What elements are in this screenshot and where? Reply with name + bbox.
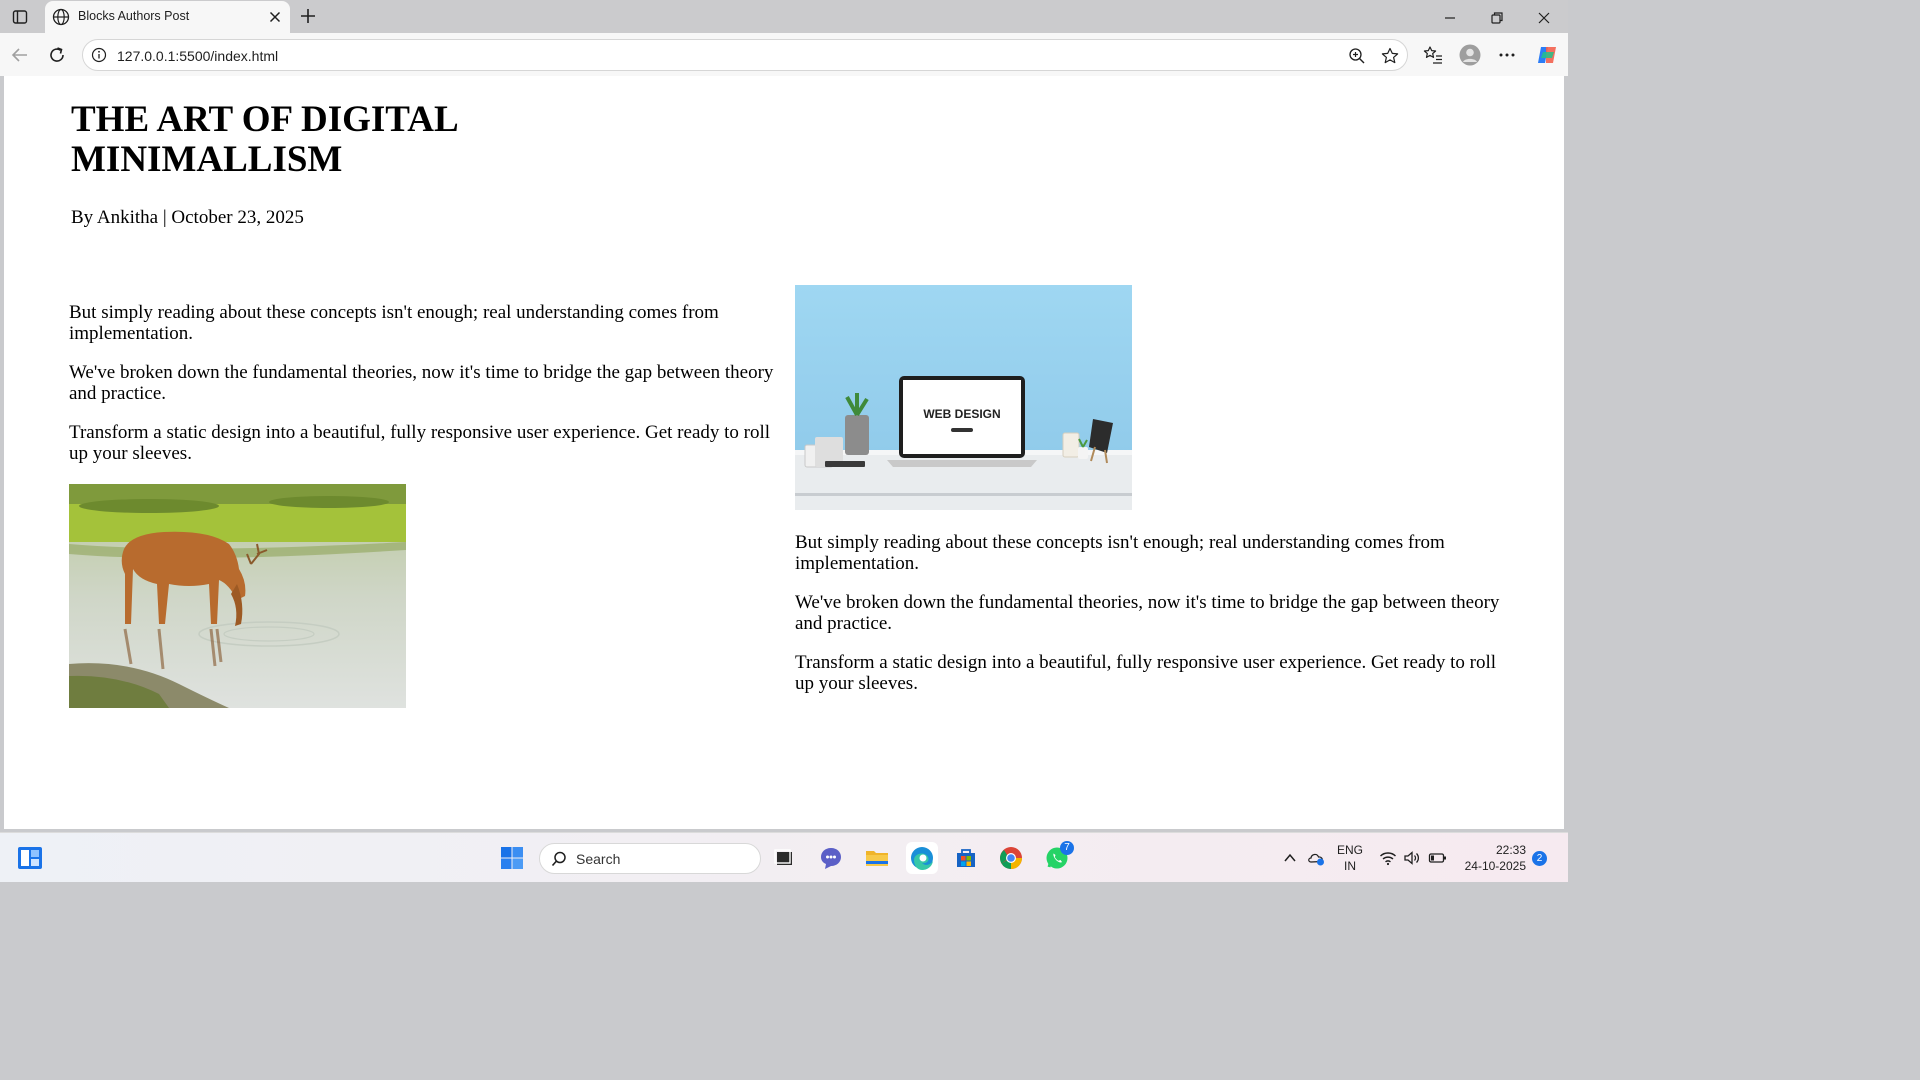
close-window-icon[interactable] — [1534, 8, 1554, 28]
tab-title: Blocks Authors Post — [78, 9, 190, 23]
whatsapp-badge: 7 — [1060, 841, 1074, 855]
taskbar: Search 7 ENG IN 22:33 24-10-2025 2 — [0, 832, 1568, 882]
copilot-icon[interactable] — [1535, 43, 1559, 67]
chevron-up-icon[interactable] — [1283, 852, 1297, 864]
site-info-icon[interactable] — [91, 47, 107, 63]
restore-icon[interactable] — [1487, 8, 1507, 28]
search-icon — [551, 851, 566, 867]
right-paragraph-2: We've broken down the fundamental theori… — [795, 592, 1500, 634]
address-bar[interactable]: 127.0.0.1:5500/index.html — [82, 39, 1408, 71]
edge-browser-icon[interactable] — [906, 842, 938, 874]
clock-date[interactable]: 24-10-2025 — [1460, 859, 1526, 874]
file-explorer-icon[interactable] — [861, 842, 893, 874]
back-icon[interactable] — [9, 44, 31, 66]
page-viewport: THE ART OF DIGITAL MINIMALLISM By Ankith… — [4, 76, 1564, 829]
left-column: But simply reading about these concepts … — [69, 302, 774, 482]
search-placeholder: Search — [576, 851, 621, 867]
tab-actions-icon[interactable] — [9, 6, 31, 28]
laptop-photo: WEB DESIGN — [795, 285, 1132, 510]
close-tab-icon[interactable] — [267, 9, 283, 25]
left-paragraph-3: Transform a static design into a beautif… — [69, 422, 771, 464]
right-paragraph-3: Transform a static design into a beautif… — [795, 652, 1497, 694]
more-options-icon[interactable] — [1496, 44, 1518, 66]
url-text[interactable]: 127.0.0.1:5500/index.html — [117, 48, 278, 64]
minimize-icon[interactable] — [1440, 8, 1460, 28]
left-paragraph-1: But simply reading about these concepts … — [69, 302, 719, 344]
zoom-icon[interactable] — [1348, 47, 1366, 65]
volume-icon[interactable] — [1403, 849, 1421, 867]
reload-icon[interactable] — [46, 44, 68, 66]
right-column: But simply reading about these concepts … — [795, 532, 1500, 712]
right-paragraph-1: But simply reading about these concepts … — [795, 532, 1445, 574]
deer-photo — [69, 484, 406, 708]
favorites-icon[interactable] — [1422, 44, 1444, 66]
laptop-screen-text: WEB DESIGN — [923, 407, 1000, 421]
wifi-icon[interactable] — [1379, 849, 1397, 867]
battery-icon[interactable] — [1428, 850, 1448, 866]
taskbar-search[interactable]: Search — [539, 843, 761, 874]
widgets-icon[interactable] — [14, 842, 46, 874]
active-tab[interactable]: Blocks Authors Post — [45, 1, 290, 33]
task-view-icon[interactable] — [768, 842, 800, 874]
browser-toolbar: 127.0.0.1:5500/index.html — [0, 33, 1568, 76]
teams-chat-icon[interactable] — [815, 842, 847, 874]
post-title: THE ART OF DIGITAL MINIMALLISM — [71, 99, 457, 180]
start-icon[interactable] — [496, 842, 528, 874]
clock-time[interactable]: 22:33 — [1460, 843, 1526, 858]
language-region[interactable]: IN — [1336, 859, 1364, 874]
chrome-icon[interactable] — [995, 842, 1027, 874]
tab-strip: Blocks Authors Post — [0, 0, 1568, 33]
globe-icon — [52, 8, 70, 26]
left-paragraph-2: We've broken down the fundamental theori… — [69, 362, 774, 404]
new-tab-icon[interactable] — [298, 6, 318, 26]
language-code[interactable]: ENG — [1336, 843, 1364, 858]
profile-avatar[interactable] — [1459, 44, 1481, 66]
notification-badge[interactable]: 2 — [1532, 851, 1547, 866]
favorite-star-icon[interactable] — [1380, 46, 1400, 66]
post-byline: By Ankitha | October 23, 2025 — [71, 207, 304, 228]
microsoft-store-icon[interactable] — [950, 842, 982, 874]
onedrive-icon[interactable] — [1306, 848, 1326, 868]
